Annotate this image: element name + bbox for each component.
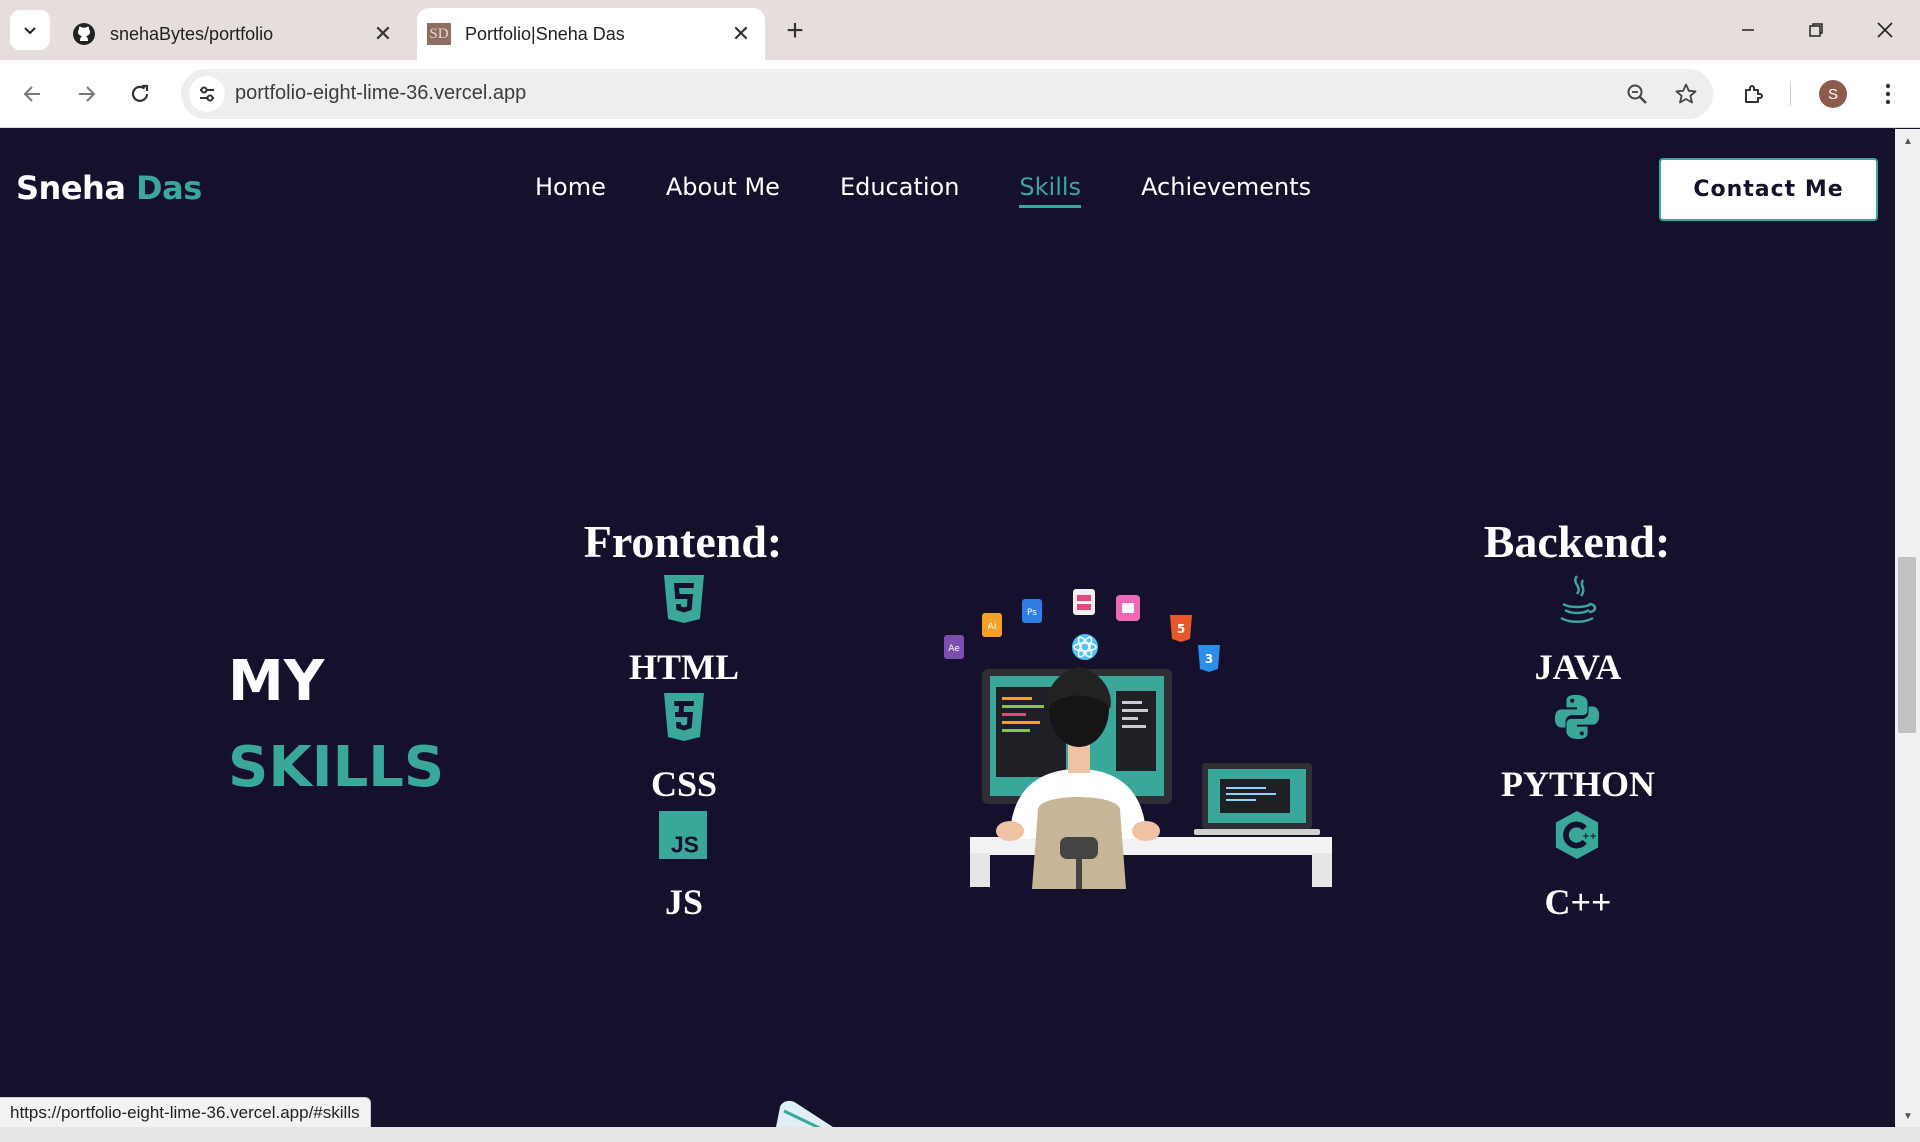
contact-me-button[interactable]: Contact Me xyxy=(1659,158,1878,221)
skill-label-js: JS xyxy=(664,882,704,922)
svg-text:5: 5 xyxy=(1177,622,1185,636)
nav-home[interactable]: Home xyxy=(535,173,606,208)
new-tab-button[interactable]: + xyxy=(778,14,812,48)
nav-achievements[interactable]: Achievements xyxy=(1141,173,1311,208)
scroll-up-icon[interactable]: ▲ xyxy=(1901,134,1915,148)
developer-illustration: Ae Ai Ps 5 3 xyxy=(944,589,1332,889)
extensions-button[interactable] xyxy=(1736,76,1772,112)
toolbar-divider xyxy=(1790,82,1791,106)
taskbar-edge xyxy=(0,1127,1920,1142)
portfolio-page: Sneha Das Home About Me Education Skills… xyxy=(0,129,1895,1127)
svg-text:Ai: Ai xyxy=(988,622,997,632)
more-vert-icon xyxy=(1885,83,1891,105)
skill-label-html: HTML xyxy=(628,647,739,687)
floating-app-icons: Ae Ai Ps 5 3 xyxy=(944,589,1220,672)
svg-text:JS: JS xyxy=(671,831,699,857)
nav-skills[interactable]: Skills xyxy=(1019,173,1082,208)
skill-label-java: JAVA xyxy=(1534,647,1622,687)
backend-title: Backend: xyxy=(1483,516,1671,567)
python-icon xyxy=(1553,691,1601,743)
minimize-icon xyxy=(1742,29,1754,31)
brand-first-name: Sneha xyxy=(16,169,126,207)
chevron-down-icon xyxy=(24,27,36,35)
minimize-button[interactable] xyxy=(1725,10,1771,50)
skill-label-python: PYTHON xyxy=(1500,764,1655,804)
scroll-down-icon[interactable]: ▼ xyxy=(1901,1109,1915,1123)
brand-last-name: Das xyxy=(136,169,202,207)
tab-strip: snehaBytes/portfolio ✕ SD Portfolio|Sneh… xyxy=(0,0,1920,60)
forward-button[interactable] xyxy=(68,76,104,112)
nav-about-me[interactable]: About Me xyxy=(666,173,780,208)
close-window-button[interactable] xyxy=(1862,10,1908,50)
arrow-right-icon xyxy=(79,86,96,102)
skill-label-css: CSS xyxy=(650,764,718,804)
close-icon[interactable]: ✕ xyxy=(727,20,755,48)
scrollbar-thumb[interactable] xyxy=(1898,557,1916,733)
address-bar[interactable]: portfolio-eight-lime-36.vercel.app xyxy=(181,69,1713,119)
browser-toolbar: portfolio-eight-lime-36.vercel.app S xyxy=(0,60,1920,128)
laptop xyxy=(1194,763,1320,835)
tab-github[interactable]: snehaBytes/portfolio ✕ xyxy=(62,8,407,60)
site-nav: Home About Me Education Skills Achieveme… xyxy=(535,173,1311,208)
restore-button[interactable] xyxy=(1793,10,1839,50)
svg-text:3: 3 xyxy=(1205,652,1213,666)
css3-icon xyxy=(660,691,708,743)
reload-button[interactable] xyxy=(122,76,158,112)
bookmark-star-icon[interactable] xyxy=(1671,79,1701,109)
java-icon xyxy=(1553,573,1601,625)
site-info-button[interactable] xyxy=(189,76,225,112)
desk xyxy=(970,837,1332,887)
link-status-bubble: https://portfolio-eight-lime-36.vercel.a… xyxy=(0,1097,371,1129)
office-chair xyxy=(1032,797,1126,889)
profile-button[interactable]: S xyxy=(1815,76,1851,112)
sd-favicon-icon: SD xyxy=(427,22,451,46)
skills-heading-line2: SKILLS xyxy=(228,735,445,800)
svg-text:Ae: Ae xyxy=(948,644,960,654)
avatar: S xyxy=(1819,80,1847,108)
cplusplus-icon: ++ xyxy=(1553,809,1601,861)
svg-text:++: ++ xyxy=(1582,832,1596,842)
site-logo[interactable]: Sneha Das xyxy=(16,169,202,207)
arrow-left-icon xyxy=(23,86,40,102)
back-button[interactable] xyxy=(15,76,51,112)
restore-icon xyxy=(1809,23,1823,37)
tab-title: snehaBytes/portfolio xyxy=(110,23,274,44)
reload-icon xyxy=(131,84,149,102)
tune-icon xyxy=(200,86,214,102)
javascript-icon: JS xyxy=(659,809,707,861)
skills-heading-line1: MY xyxy=(228,649,325,714)
close-icon[interactable]: ✕ xyxy=(369,20,397,48)
nav-education[interactable]: Education xyxy=(840,173,959,208)
menu-button[interactable] xyxy=(1870,76,1906,112)
svg-text:Ps: Ps xyxy=(1027,608,1037,618)
close-icon xyxy=(1877,22,1893,38)
puzzle-icon xyxy=(1745,85,1763,103)
html5-icon xyxy=(660,573,708,625)
github-icon xyxy=(72,22,96,46)
frontend-title: Frontend: xyxy=(583,516,783,567)
url-text[interactable]: portfolio-eight-lime-36.vercel.app xyxy=(235,82,526,105)
tab-portfolio[interactable]: SD Portfolio|Sneha Das ✕ xyxy=(417,8,765,60)
tab-title: Portfolio|Sneha Das xyxy=(465,23,625,44)
zoom-icon[interactable] xyxy=(1622,79,1652,109)
next-section-illustration xyxy=(776,1100,833,1127)
skill-label-cplusplus: C++ xyxy=(1544,882,1612,922)
tab-search-button[interactable] xyxy=(10,10,50,50)
